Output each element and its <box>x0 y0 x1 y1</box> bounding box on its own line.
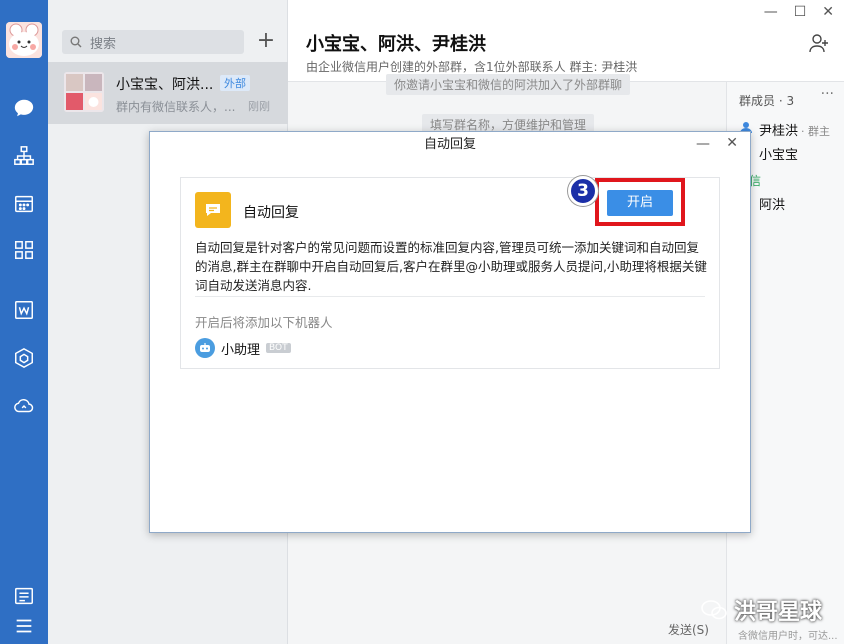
more-icon[interactable]: ··· <box>821 86 834 102</box>
user-avatar[interactable] <box>6 22 42 58</box>
menu-icon[interactable] <box>12 614 36 638</box>
calendar-icon[interactable] <box>12 192 36 216</box>
member-name: 小宝宝 <box>759 148 799 163</box>
search-placeholder: 搜索 <box>90 36 117 52</box>
auto-reply-dialog: 自动回复 — ✕ 自动回复 自动回复是针对客户的常见问题而设置的标准回复内容,管… <box>149 131 751 533</box>
send-button[interactable]: 发送(S) <box>668 621 709 638</box>
conversation-preview: 群内有微信联系人，... <box>116 100 236 114</box>
dialog-minimize-button[interactable]: — <box>696 136 710 152</box>
robot-icon <box>195 338 215 358</box>
chat-title: 小宝宝、阿洪、尹桂洪 <box>306 34 486 55</box>
close-button[interactable]: ✕ <box>822 4 834 20</box>
workbench-icon[interactable] <box>12 346 36 370</box>
bot-item: 小助理 BOT <box>195 338 291 358</box>
bot-tag: BOT <box>266 343 291 353</box>
apps-icon[interactable] <box>12 238 36 262</box>
owner-badge: · 群主 <box>801 125 831 138</box>
docs-icon[interactable] <box>12 298 36 322</box>
bot-name: 小助理 <box>221 342 261 358</box>
dialog-close-button[interactable]: ✕ <box>726 135 738 151</box>
members-title: 群成员 · 3 <box>739 94 795 108</box>
enable-button[interactable]: 开启 <box>607 190 673 216</box>
conversation-name: 小宝宝、阿洪... <box>116 77 214 93</box>
watermark: 洪哥星球 <box>700 594 822 626</box>
left-rail <box>0 0 48 644</box>
settings-icon[interactable] <box>12 584 36 608</box>
member-item[interactable]: 阿洪 <box>759 194 785 213</box>
chat-subtitle: 由企业微信用户创建的外部群，含1位外部联系人 群主: 尹桂洪 <box>306 60 638 74</box>
contacts-icon[interactable] <box>12 144 36 168</box>
step-badge: 3 <box>568 176 598 206</box>
add-member-icon[interactable] <box>808 32 830 54</box>
divider <box>195 296 705 297</box>
member-item[interactable]: 尹桂洪 · 群主 <box>759 120 830 139</box>
external-tag: 外部 <box>220 75 250 91</box>
conversation-item[interactable]: 小宝宝、阿洪... 外部 群内有微信联系人，... 刚刚 <box>48 62 288 124</box>
wechat-logo-icon <box>701 600 727 620</box>
maximize-button[interactable]: ☐ <box>794 4 807 20</box>
search-icon <box>70 36 82 48</box>
cloud-icon[interactable] <box>12 394 36 418</box>
send-hint: 含微信用户时，可达... <box>738 631 838 642</box>
window-controls: — ☐ ✕ <box>764 4 834 20</box>
app-description: 自动回复是针对客户的常见问题而设置的标准回复内容,管理员可统一添加关键词和自动回… <box>195 240 707 293</box>
chat-icon[interactable] <box>12 96 36 120</box>
member-item[interactable]: 小宝宝 <box>759 144 798 163</box>
member-name: 尹桂洪 <box>759 124 799 139</box>
dialog-title: 自动回复 <box>423 137 476 152</box>
minimize-button[interactable]: — <box>764 4 778 20</box>
member-name: 阿洪 <box>759 198 786 213</box>
system-message: 你邀请小宝宝和微信的阿洪加入了外部群聊 <box>386 74 631 95</box>
watermark-text: 洪哥星球 <box>734 600 823 625</box>
conversation-time: 刚刚 <box>248 100 270 113</box>
auto-reply-app-icon <box>195 192 231 228</box>
add-button[interactable]: + <box>254 30 278 54</box>
chat-header: 小宝宝、阿洪、尹桂洪 由企业微信用户创建的外部群，含1位外部联系人 群主: 尹桂… <box>288 0 844 82</box>
app-name: 自动回复 <box>243 205 299 221</box>
search-box[interactable]: 搜索 <box>62 30 244 54</box>
robot-label: 开启后将添加以下机器人 <box>195 315 333 330</box>
group-avatar <box>64 72 104 112</box>
